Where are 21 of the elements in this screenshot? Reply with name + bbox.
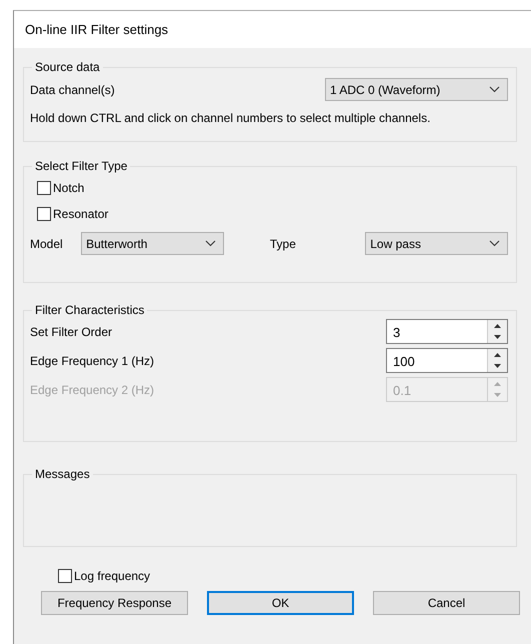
type-dropdown[interactable]: Low pass <box>365 232 508 255</box>
window-title: On-line IIR Filter settings <box>25 22 168 37</box>
dialog-button[interactable]: OK <box>207 591 354 615</box>
model-dropdown[interactable]: Butterworth <box>81 232 224 255</box>
field-label: Model <box>30 236 64 250</box>
hint-text: Hold down CTRL and click on channel numbers to select multiple channels. <box>30 111 432 125</box>
group-title: Filter Characteristics <box>34 303 146 317</box>
checkbox-label: Notch <box>53 181 84 195</box>
field-label: Set Filter Order <box>30 324 112 338</box>
field-label: Edge Frequency 1 (Hz) <box>30 354 154 368</box>
field-label: Data channel(s) <box>30 82 115 96</box>
group-title: Select Filter Type <box>34 159 128 173</box>
checkbox-label: Log frequency <box>74 569 150 583</box>
checkbox-label: Resonator <box>53 207 108 221</box>
group-title: Source data <box>34 60 101 74</box>
field-label: Type <box>270 236 297 250</box>
group-title: Messages <box>34 467 91 481</box>
dialog-button[interactable]: Cancel <box>373 591 520 615</box>
field-label: Edge Frequency 2 (Hz) <box>30 382 154 396</box>
dialog-button[interactable]: Frequency Response <box>41 591 188 615</box>
channel-dropdown[interactable]: 1 ADC 0 (Waveform) <box>325 78 508 101</box>
